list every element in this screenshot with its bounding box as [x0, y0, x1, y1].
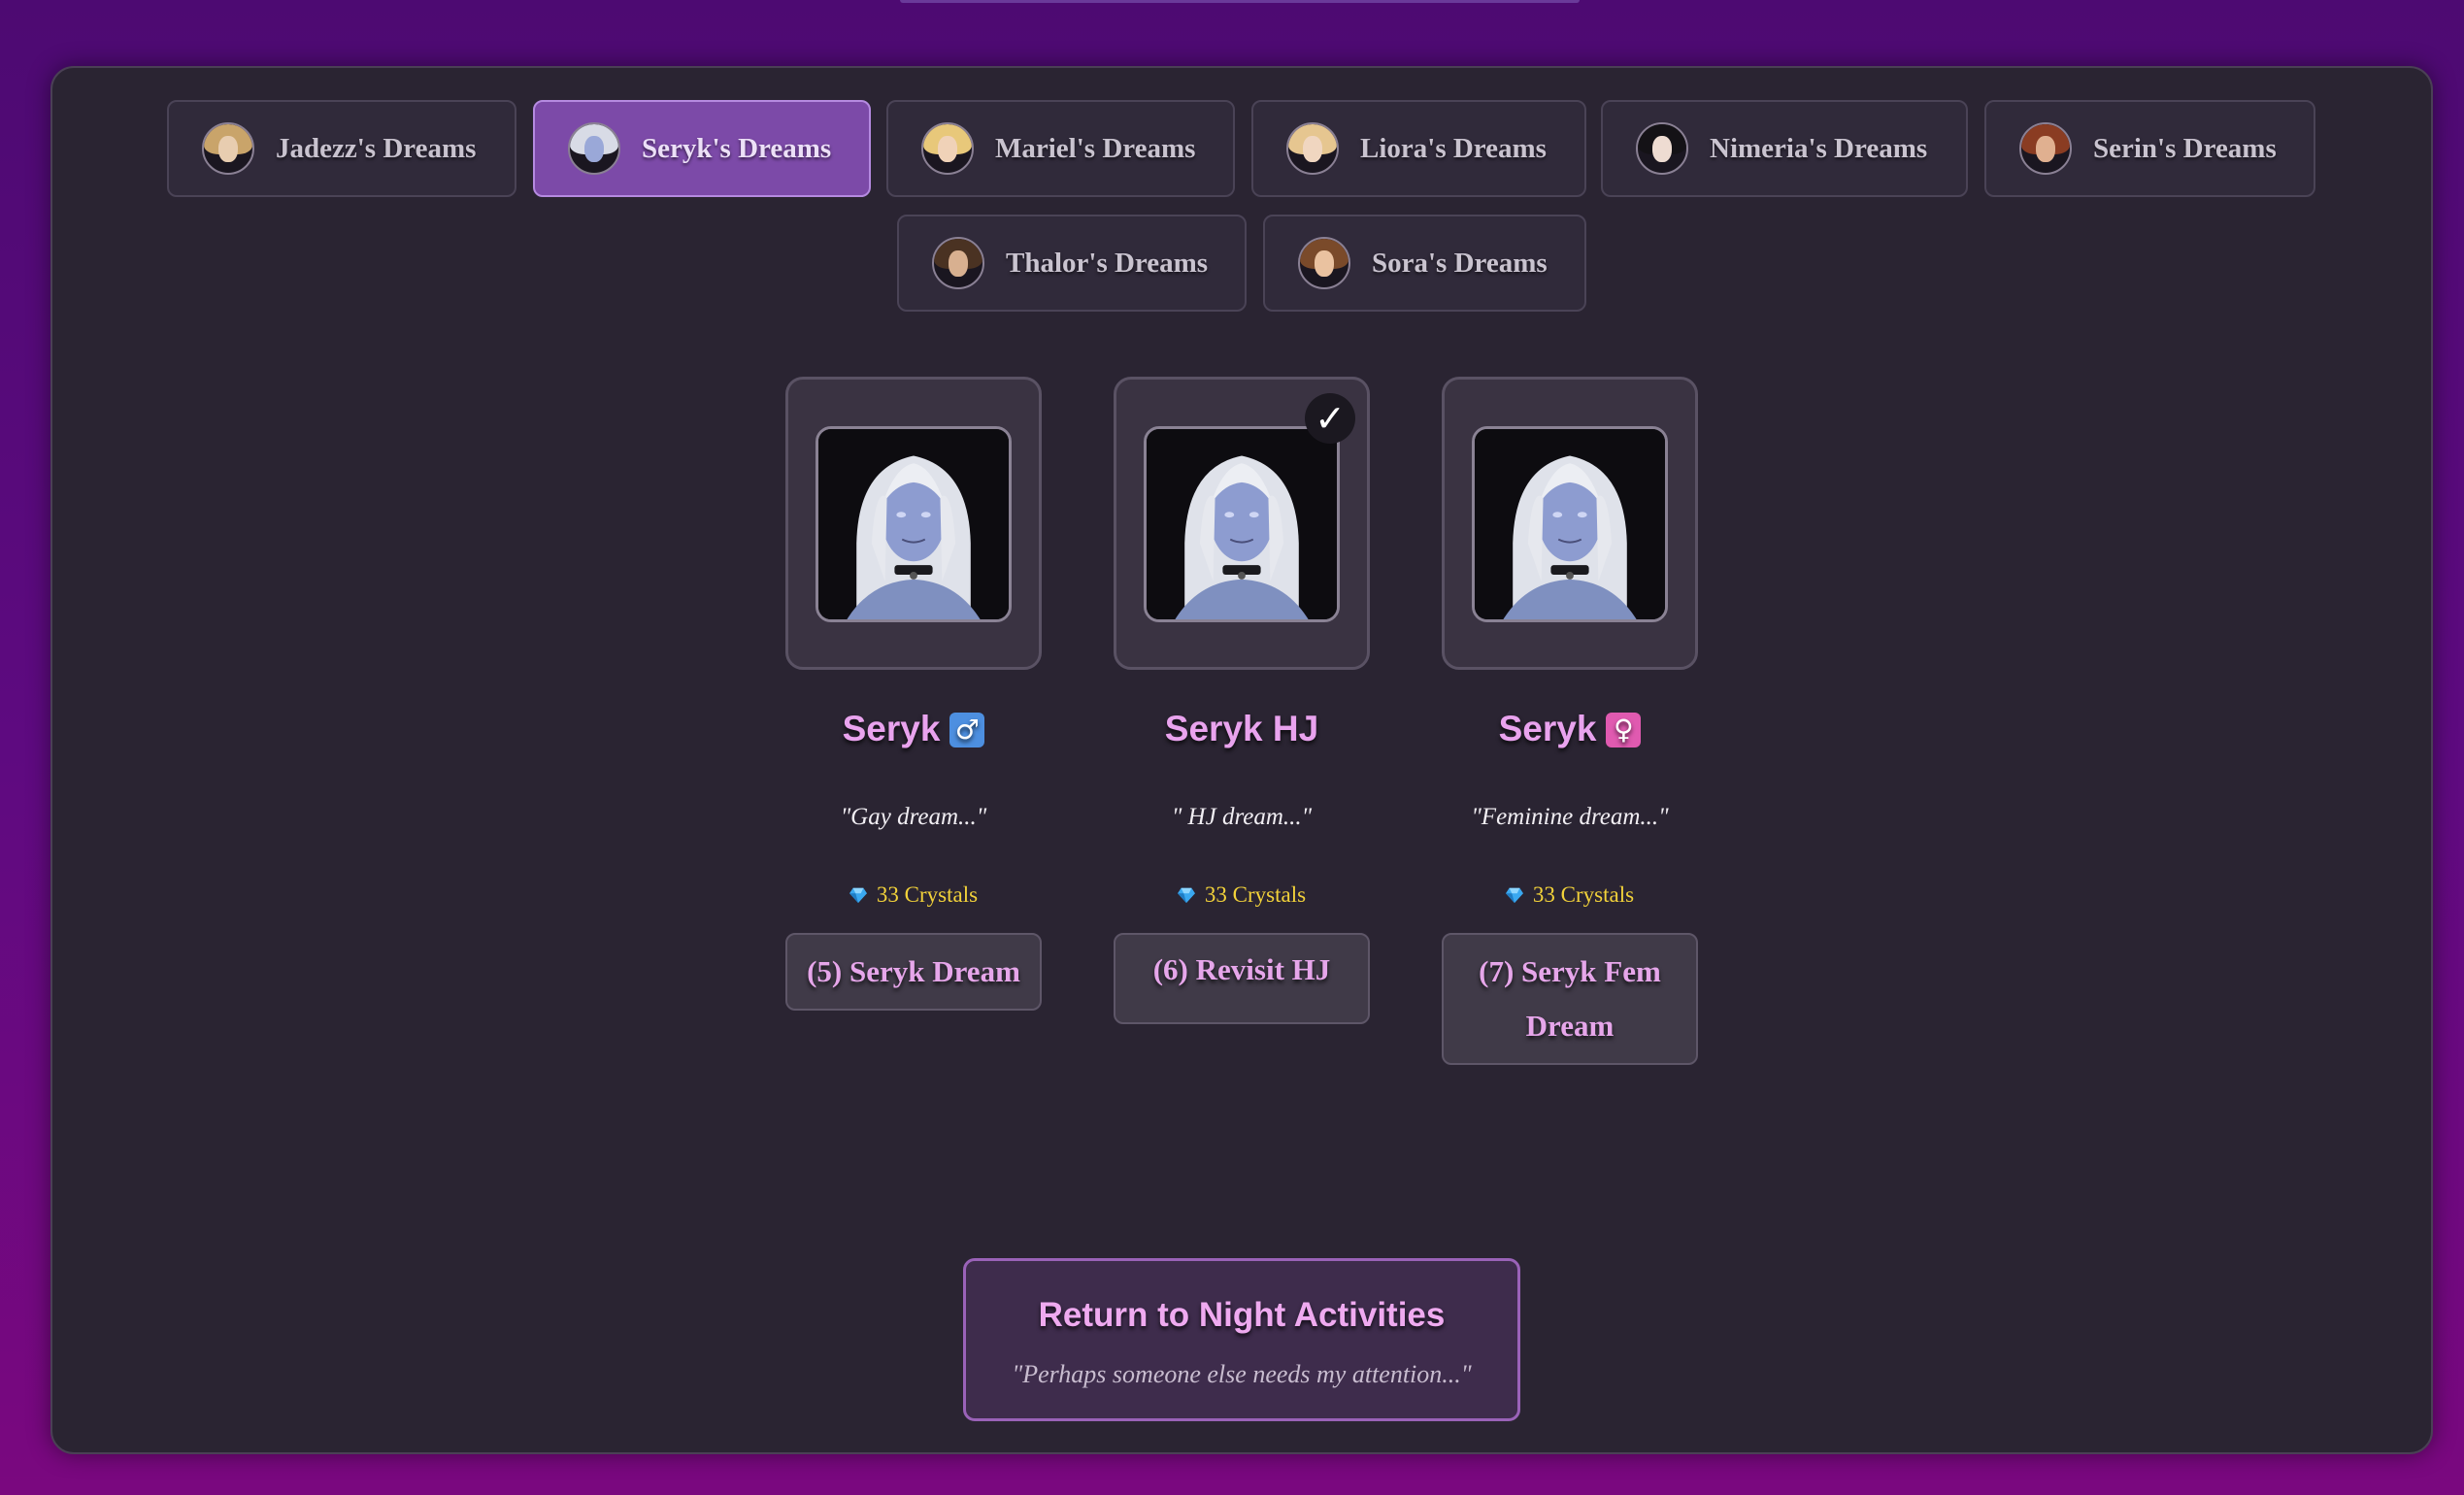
gem-icon	[849, 887, 867, 904]
dream-description: "Gay dream..."	[840, 804, 987, 830]
return-to-night-activities-button[interactable]: Return to Night Activities "Perhaps some…	[963, 1258, 1520, 1421]
seryk-avatar-icon	[568, 122, 620, 175]
dream-description: "Feminine dream..."	[1471, 804, 1669, 830]
tab-label: Jadezz's Dreams	[276, 132, 477, 164]
liora-avatar-icon	[1286, 122, 1339, 175]
tab-label: Serin's Dreams	[2093, 132, 2277, 164]
tab-label: Seryk's Dreams	[642, 132, 832, 164]
dream-title: Seryk HJ	[1164, 709, 1319, 748]
return-button-title: Return to Night Activities	[1038, 1296, 1446, 1334]
tab-liora-dreams[interactable]: Liora's Dreams	[1251, 100, 1586, 197]
seryk-dream-button[interactable]: (5) Seryk Dream	[785, 933, 1042, 1011]
seryk-portrait-image	[1472, 426, 1668, 622]
thalor-avatar-icon	[932, 237, 984, 289]
crystal-cost: 33 Crystals	[1096, 882, 1387, 908]
mariel-avatar-icon	[921, 122, 974, 175]
crystal-cost: 33 Crystals	[768, 882, 1059, 908]
tab-label: Liora's Dreams	[1360, 132, 1547, 164]
seryk-portrait-image	[1144, 426, 1340, 622]
sora-avatar-icon	[1298, 237, 1350, 289]
tab-mariel-dreams[interactable]: Mariel's Dreams	[886, 100, 1235, 197]
tab-label: Sora's Dreams	[1372, 247, 1548, 279]
tab-nimeria-dreams[interactable]: Nimeria's Dreams	[1601, 100, 1968, 197]
dream-title: Seryk ♀	[1424, 709, 1715, 749]
tab-seryk-dreams[interactable]: Seryk's Dreams	[533, 100, 871, 197]
female-symbol-icon: ♀	[1606, 713, 1642, 748]
gem-icon	[1177, 887, 1195, 904]
seryk-portrait-image	[816, 426, 1012, 622]
nimeria-avatar-icon	[1636, 122, 1688, 175]
crystal-cost: 33 Crystals	[1424, 882, 1715, 908]
male-symbol-icon: ♂	[949, 713, 985, 748]
tab-label: Nimeria's Dreams	[1710, 132, 1928, 164]
serin-avatar-icon	[2019, 122, 2072, 175]
dream-title: Seryk ♂	[768, 709, 1059, 749]
dream-card-seryk-female[interactable]	[1442, 377, 1698, 670]
dream-card-seryk-male[interactable]	[785, 377, 1042, 670]
tab-label: Mariel's Dreams	[995, 132, 1196, 164]
top-edge-tab	[900, 0, 1580, 3]
tab-label: Thalor's Dreams	[1006, 247, 1209, 279]
tab-thalor-dreams[interactable]: Thalor's Dreams	[897, 215, 1247, 312]
dream-description: " HJ dream..."	[1171, 804, 1313, 830]
gem-icon	[1505, 887, 1523, 904]
tab-serin-dreams[interactable]: Serin's Dreams	[1984, 100, 2315, 197]
jadezz-avatar-icon	[202, 122, 254, 175]
seryk-fem-dream-button[interactable]: (7) Seryk Fem Dream	[1442, 933, 1698, 1065]
tab-sora-dreams[interactable]: Sora's Dreams	[1263, 215, 1586, 312]
checkmark-icon: ✓	[1305, 393, 1355, 444]
return-button-subtitle: "Perhaps someone else needs my attention…	[1012, 1360, 1472, 1388]
tab-jadezz-dreams[interactable]: Jadezz's Dreams	[167, 100, 516, 197]
revisit-hj-button[interactable]: (6) Revisit HJ	[1114, 933, 1370, 1024]
dream-card-seryk-hj[interactable]: ✓	[1114, 377, 1370, 670]
